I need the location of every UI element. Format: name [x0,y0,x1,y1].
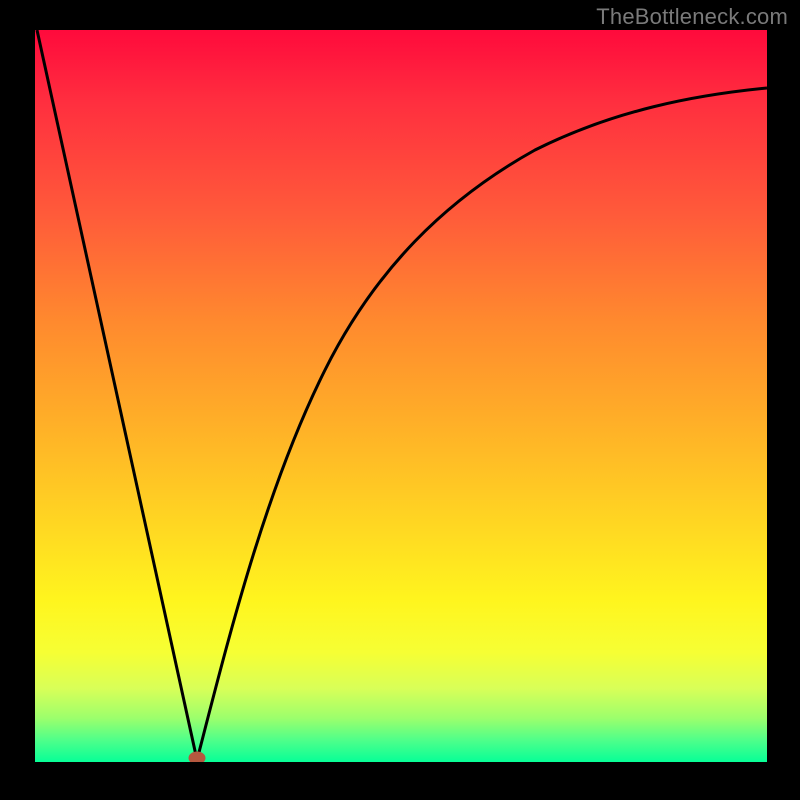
curve-right-arc [197,88,767,760]
chart-frame: TheBottleneck.com [0,0,800,800]
watermark-text: TheBottleneck.com [596,4,788,30]
bottleneck-curve [35,30,767,762]
plot-area [35,30,767,762]
curve-left-leg [37,30,197,760]
optimal-point-marker [189,752,205,762]
